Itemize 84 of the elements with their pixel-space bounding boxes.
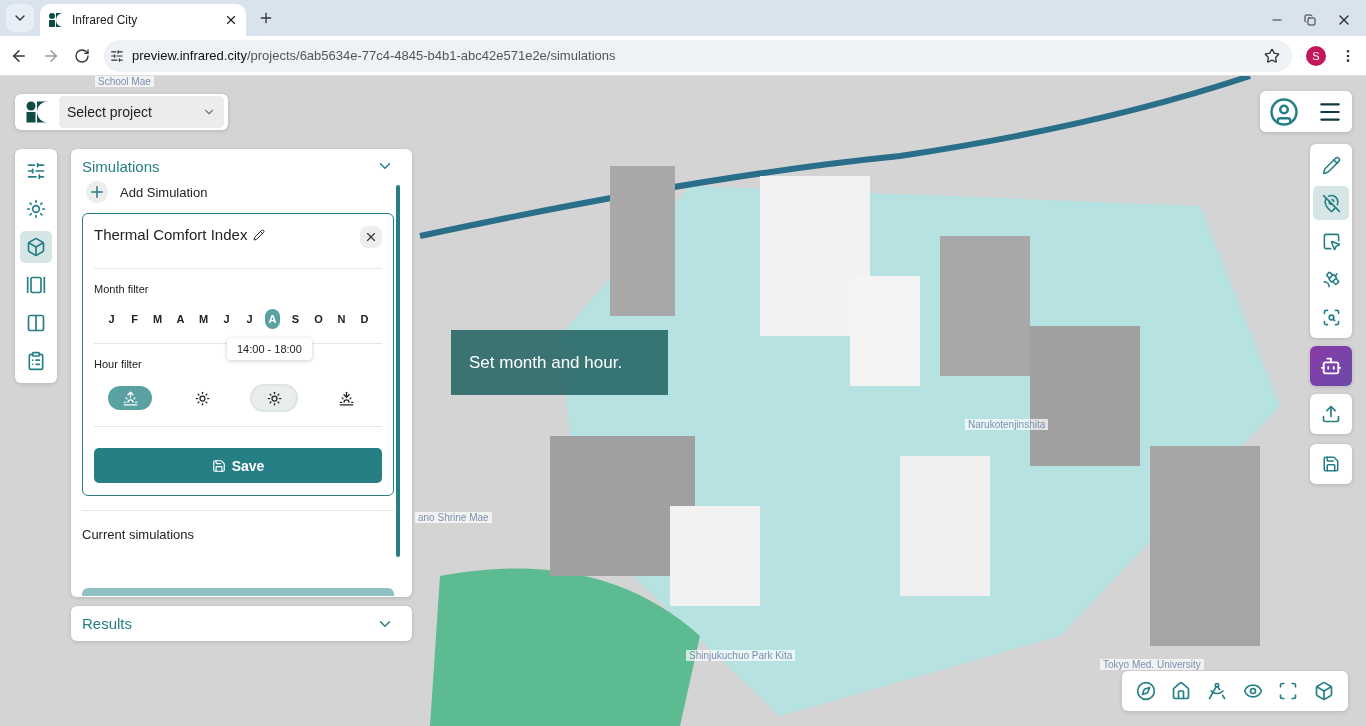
map-label: ano Shrine Mae bbox=[415, 512, 492, 523]
sliders-icon bbox=[26, 161, 46, 181]
save-icon bbox=[1322, 455, 1340, 473]
3d-view-button[interactable] bbox=[1314, 681, 1335, 701]
plus-icon bbox=[86, 181, 108, 203]
measure-button[interactable] bbox=[1207, 681, 1228, 701]
view-button[interactable] bbox=[1242, 681, 1263, 701]
month-toggle[interactable]: S bbox=[288, 309, 303, 329]
panel-title: Results bbox=[82, 615, 133, 632]
upload-icon bbox=[1321, 404, 1341, 424]
month-toggle[interactable]: F bbox=[127, 309, 142, 329]
split-panel-icon bbox=[26, 313, 46, 333]
upload-button[interactable] bbox=[1310, 394, 1352, 434]
project-select[interactable]: Select project bbox=[59, 96, 224, 128]
plus-icon bbox=[258, 10, 274, 26]
compass-button[interactable] bbox=[1135, 681, 1156, 701]
map-label: School Mae bbox=[95, 76, 154, 87]
sun-icon bbox=[194, 390, 210, 406]
scan-icon bbox=[1278, 681, 1299, 701]
scan-search-icon bbox=[1321, 307, 1341, 327]
card-title: Thermal Comfort Index bbox=[94, 226, 266, 243]
tab-list-button[interactable] bbox=[6, 4, 34, 32]
month-toggle[interactable]: M bbox=[150, 309, 165, 329]
save-button[interactable] bbox=[1310, 444, 1352, 484]
url-text: preview.infrared.city/projects/6ab5634e-77c4-4845-b4b1-abc42e571e2e/simulations bbox=[132, 48, 616, 63]
close-button[interactable] bbox=[360, 226, 382, 248]
map-label: Narukotenjinshita bbox=[965, 419, 1049, 430]
gallery-icon bbox=[26, 275, 46, 295]
filter-label: Hour filter bbox=[94, 358, 142, 370]
bookmark-star-icon[interactable] bbox=[1264, 47, 1280, 64]
cube-button[interactable] bbox=[20, 231, 52, 263]
pencil-icon[interactable] bbox=[253, 228, 266, 241]
filter-label: Month filter bbox=[94, 283, 149, 295]
cube-icon bbox=[1314, 681, 1335, 701]
map-label: Shinjukuchuo Park Kita bbox=[686, 650, 796, 661]
month-toggle[interactable]: N bbox=[334, 309, 349, 329]
user-icon[interactable] bbox=[1269, 96, 1299, 127]
sunrise-icon bbox=[122, 390, 138, 406]
restore-icon[interactable] bbox=[1304, 14, 1316, 26]
month-toggle[interactable]: O bbox=[311, 309, 326, 329]
cube-icon bbox=[26, 237, 46, 257]
compass-icon bbox=[1135, 681, 1156, 701]
month-toggle[interactable]: J bbox=[104, 309, 119, 329]
hour-toggle[interactable] bbox=[108, 386, 152, 410]
site-settings-icon[interactable] bbox=[110, 48, 124, 63]
hint-message: Set month and hour. bbox=[451, 330, 668, 395]
month-toggle[interactable]: J bbox=[219, 309, 234, 329]
bot-icon bbox=[1320, 355, 1342, 377]
tab-title: Infrared City bbox=[72, 13, 139, 27]
month-toggle[interactable]: A bbox=[173, 309, 188, 329]
sunset-icon bbox=[338, 390, 354, 406]
month-toggle[interactable]: J bbox=[242, 309, 257, 329]
home-button[interactable] bbox=[1171, 681, 1192, 701]
section-label: Current simulations bbox=[82, 510, 394, 542]
pin-off-icon bbox=[1321, 193, 1341, 213]
sun-icon bbox=[26, 199, 46, 219]
hour-toggle[interactable] bbox=[252, 386, 296, 410]
address-field[interactable]: preview.infrared.city/projects/6ab5634e-77c4-4845-b4b1-abc42e571e2e/simulations bbox=[104, 39, 1292, 72]
map-label: Tokyo Med. University bbox=[1100, 659, 1204, 670]
reload-icon[interactable] bbox=[74, 47, 90, 64]
hour-tooltip: 14:00 - 18:00 bbox=[227, 338, 312, 360]
close-icon bbox=[364, 230, 378, 244]
save-button[interactable]: Save bbox=[94, 448, 382, 483]
profile-avatar[interactable]: S bbox=[1306, 45, 1326, 66]
month-toggle[interactable]: M bbox=[196, 309, 211, 329]
bot-button[interactable] bbox=[1310, 346, 1352, 386]
pencil-icon bbox=[1321, 155, 1341, 175]
month-toggle[interactable]: D bbox=[357, 309, 372, 329]
close-icon[interactable] bbox=[224, 13, 238, 27]
logo-icon bbox=[25, 100, 49, 124]
satellite-icon bbox=[1321, 269, 1341, 289]
add-simulation-button[interactable]: Add Simulation bbox=[82, 175, 394, 203]
save-icon bbox=[211, 458, 226, 473]
pin-off-button[interactable] bbox=[1313, 186, 1349, 220]
browser-tab[interactable]: Infrared City bbox=[40, 4, 246, 36]
drafting-compass-icon bbox=[1207, 681, 1228, 701]
panel-title: Simulations bbox=[82, 157, 160, 175]
home-icon bbox=[1171, 681, 1192, 701]
eye-icon bbox=[1242, 681, 1263, 701]
clipboard-icon bbox=[26, 351, 46, 371]
scrollbar[interactable] bbox=[396, 185, 400, 557]
cursor-square-icon bbox=[1321, 231, 1341, 251]
fit-view-button[interactable] bbox=[1278, 681, 1299, 701]
sun-icon bbox=[266, 390, 282, 406]
